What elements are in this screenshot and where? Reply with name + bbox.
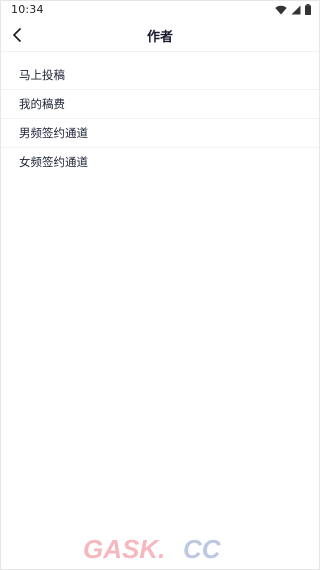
menu-list: 马上投稿 我的稿费 男频签约通道 女频签约通道 bbox=[1, 61, 319, 176]
page-title: 作者 bbox=[146, 30, 173, 45]
watermark-logo: GASK. CC bbox=[83, 535, 222, 563]
svg-text:GASK.: GASK. bbox=[83, 535, 165, 563]
menu-item-female-contract[interactable]: 女频签约通道 bbox=[1, 148, 319, 176]
wifi-icon bbox=[275, 5, 287, 14]
menu-item-label: 我的稿费 bbox=[19, 97, 65, 111]
header-divider bbox=[1, 51, 319, 52]
menu-item-label: 女频签约通道 bbox=[19, 155, 88, 169]
signal-icon bbox=[291, 5, 301, 14]
menu-item-label: 男频签约通道 bbox=[19, 126, 88, 140]
status-icons bbox=[275, 4, 311, 15]
battery-icon bbox=[305, 4, 311, 15]
menu-item-submit[interactable]: 马上投稿 bbox=[1, 61, 319, 90]
menu-item-royalties[interactable]: 我的稿费 bbox=[1, 90, 319, 119]
app-header: 作者 bbox=[1, 19, 319, 51]
svg-text:CC: CC bbox=[183, 535, 222, 563]
menu-item-label: 马上投稿 bbox=[19, 68, 65, 82]
menu-item-male-contract[interactable]: 男频签约通道 bbox=[1, 119, 319, 148]
status-time: 10:34 bbox=[11, 3, 44, 16]
status-bar: 10:34 bbox=[1, 1, 319, 19]
